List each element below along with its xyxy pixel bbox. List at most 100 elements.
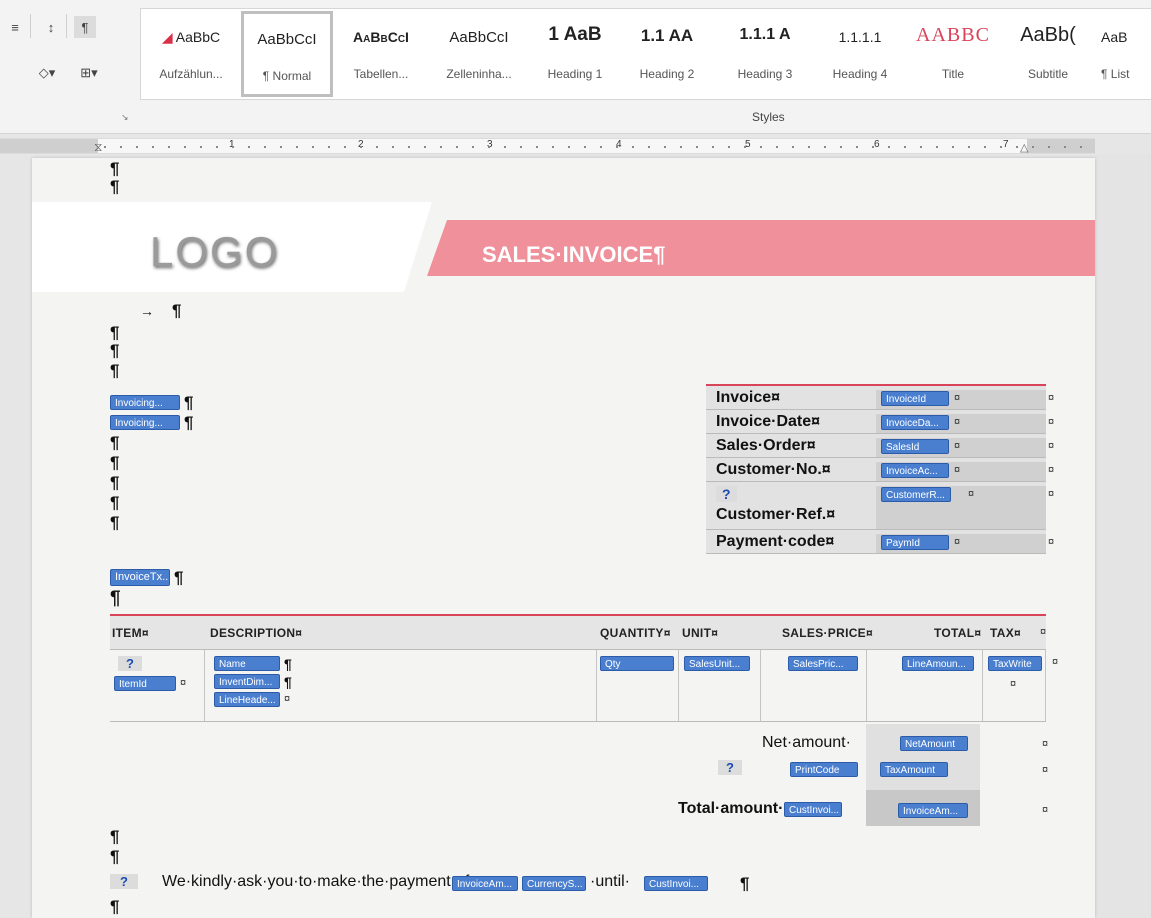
net-amount-field[interactable]: NetAmount <box>900 736 968 751</box>
ruler-tick <box>616 146 618 148</box>
ruler-tick <box>104 146 106 148</box>
paragraph-dialog-launcher-icon[interactable]: ↘ <box>121 112 129 123</box>
cell-mark: ¤ <box>1048 440 1055 452</box>
cell-mark: ¤ <box>1042 764 1049 776</box>
indent-marker-icon[interactable]: ⧖ <box>94 140 102 155</box>
style-heading-1[interactable]: 1 AaB Heading 1 <box>531 9 619 101</box>
cell-mark: ¤ <box>284 693 291 705</box>
column-divider <box>1045 650 1046 721</box>
style-sample: AABBC <box>916 24 990 46</box>
style-list[interactable]: AaB ¶ List <box>1095 9 1151 101</box>
sales-unit-field[interactable]: SalesUnit... <box>684 656 750 671</box>
qty-field[interactable]: Qty <box>600 656 674 671</box>
ruler-tick <box>424 146 426 148</box>
tax-write-field[interactable]: TaxWrite <box>988 656 1042 671</box>
payment-id-field[interactable]: PaymId <box>881 535 949 550</box>
ruler-tick <box>968 146 970 148</box>
items-header-row: ITEM¤ DESCRIPTION¤ QUANTITY¤ UNIT¤ SALES… <box>110 616 1046 650</box>
ruler-tick <box>1064 146 1066 148</box>
ruler-tick <box>776 146 778 148</box>
invoicing-field[interactable]: Invoicing... <box>110 395 180 410</box>
sort-icon[interactable]: ↕ <box>40 16 62 38</box>
invoice-text-field[interactable]: InvoiceTx... <box>110 569 170 586</box>
item-id-field[interactable]: ItemId <box>114 676 176 691</box>
ruler-tick <box>872 146 874 148</box>
show-formatting-icon[interactable]: ¶ <box>74 16 96 38</box>
invoice-amount-field[interactable]: InvoiceAm... <box>898 803 968 818</box>
style-sample: AaBbCcI <box>257 31 317 48</box>
style-heading-2[interactable]: 1.1 AA Heading 2 <box>621 9 713 101</box>
ruler-tick <box>904 146 906 148</box>
style-zelleninhalt[interactable]: AaBbCcI Zelleninha... <box>429 9 529 101</box>
borders-icon[interactable]: ⊞▾ <box>72 62 106 84</box>
style-label: Tabellen... <box>353 67 409 81</box>
line-header-field[interactable]: LineHeade... <box>214 692 280 707</box>
invoice-info-table: Invoice¤ InvoiceId ¤ ¤ Invoice·Date¤ Inv… <box>706 384 1054 554</box>
invoice-account-field[interactable]: InvoiceAc... <box>881 463 949 478</box>
ruler-tick <box>696 146 698 148</box>
style-label: Title <box>941 67 965 81</box>
shading-icon[interactable]: ◇▾ <box>30 62 64 84</box>
pilcrow: ¶ <box>110 453 120 472</box>
pilcrow: ¶ <box>110 341 120 360</box>
print-code-field[interactable]: PrintCode <box>790 762 858 777</box>
style-heading-4[interactable]: 1.1.1.1 Heading 4 <box>817 9 903 101</box>
invent-dim-field[interactable]: InventDim... <box>214 674 280 689</box>
horizontal-ruler[interactable]: ⧖ △ 1 2 3 4 5 6 7 <box>0 138 1095 154</box>
items-table: ITEM¤ DESCRIPTION¤ QUANTITY¤ UNIT¤ SALES… <box>110 614 1058 722</box>
ruler-tick <box>1032 146 1034 148</box>
style-label: Heading 4 <box>832 67 888 81</box>
style-normal[interactable]: AaBbCcI ¶ Normal <box>241 11 333 97</box>
page-gutter <box>1095 154 1151 918</box>
invoicing-field[interactable]: Invoicing... <box>110 415 180 430</box>
style-tabellen[interactable]: AaBbCcI Tabellen... <box>335 9 427 101</box>
line-amount-field[interactable]: LineAmoun... <box>902 656 974 671</box>
ruler-tick <box>312 146 314 148</box>
customer-ref-field[interactable]: CustomerR... <box>881 487 951 502</box>
style-aufzaehlung[interactable]: ◢ AaBbC Aufzählun... <box>141 9 241 101</box>
style-heading-3[interactable]: 1.1.1 A Heading 3 <box>715 9 815 101</box>
pilcrow: ¶ <box>110 847 120 866</box>
cell-mark: ¤ <box>1048 392 1055 404</box>
ruler-tick <box>1016 146 1018 148</box>
right-indent-marker-icon[interactable]: △ <box>1020 141 1028 154</box>
currency-field[interactable]: CurrencyS... <box>522 876 586 891</box>
style-subtitle[interactable]: AaBb( Subtitle <box>1003 9 1093 101</box>
pilcrow: ¶ <box>110 827 120 846</box>
ruler-number: 5 <box>745 139 751 150</box>
payment-sentence-text: We·kindly·ask·you·to·make·the·payment·of… <box>162 873 475 890</box>
cell-mark: ¤ <box>1052 656 1059 668</box>
invoice-date-field[interactable]: InvoiceDa... <box>881 415 949 430</box>
total-cust-invoice-field[interactable]: CustInvoi... <box>784 802 842 817</box>
cell-mark: ¤ <box>1010 678 1017 690</box>
invoice-id-field[interactable]: InvoiceId <box>881 391 949 406</box>
info-label: Sales·Order¤ <box>716 437 816 454</box>
tax-amount-field[interactable]: TaxAmount <box>880 762 948 777</box>
ruler-tick <box>920 146 922 148</box>
column-divider <box>866 650 867 721</box>
ruler-tick <box>328 146 330 148</box>
net-amount-label: Net·amount· <box>762 734 851 751</box>
page-title: SALES·INVOICE¶ <box>482 242 666 267</box>
name-field[interactable]: Name <box>214 656 280 671</box>
cell-mark: ¤ <box>954 536 961 548</box>
cell-mark: ¤ <box>954 464 961 476</box>
ruler-number: 1 <box>229 139 235 150</box>
pilcrow: ¶ <box>110 513 120 532</box>
ruler-tick <box>600 146 602 148</box>
ruler-tick <box>408 146 410 148</box>
column-divider <box>982 650 983 721</box>
cust-invoice-due-field[interactable]: CustInvoi... <box>644 876 708 891</box>
style-title[interactable]: AABBC Title <box>905 9 1001 101</box>
indent-icon[interactable]: ≡ <box>4 16 26 38</box>
pilcrow: ¶ <box>284 656 292 672</box>
ribbon-divider <box>66 14 67 38</box>
column-divider <box>760 650 761 721</box>
cell-mark: ¤ <box>1048 536 1055 548</box>
sales-price-field[interactable]: SalesPric... <box>788 656 858 671</box>
style-label: Heading 1 <box>547 67 603 81</box>
document-page[interactable]: ¶ ¶ LOGO SALES·INVOICE¶ → ¶ ¶ ¶ ¶ Invoic… <box>32 158 1095 918</box>
invoice-amount-field[interactable]: InvoiceAm... <box>452 876 518 891</box>
sales-id-field[interactable]: SalesId <box>881 439 949 454</box>
pilcrow: ¶ <box>284 674 292 690</box>
